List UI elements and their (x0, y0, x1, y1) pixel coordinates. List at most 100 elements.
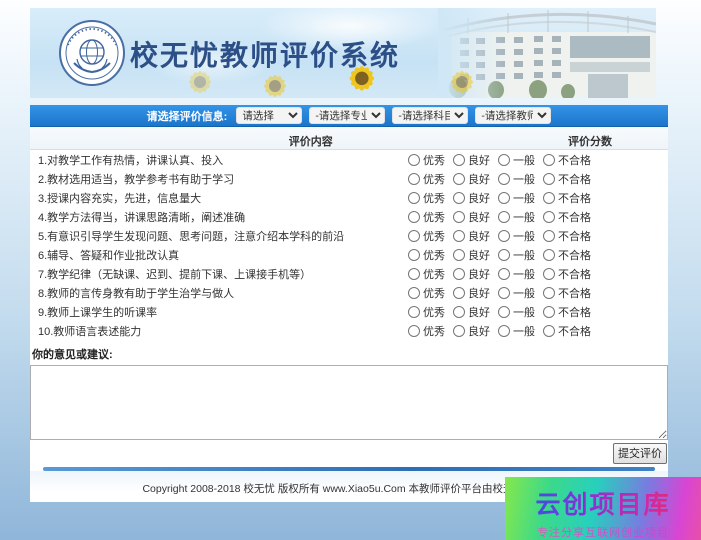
rating-radio[interactable] (408, 325, 420, 337)
rating-radio[interactable] (498, 211, 510, 223)
rating-option[interactable]: 一般 (498, 171, 535, 187)
rating-radio[interactable] (453, 192, 465, 204)
rating-radio[interactable] (453, 249, 465, 261)
rating-radio[interactable] (498, 154, 510, 166)
comments-textarea[interactable] (30, 365, 668, 440)
rating-radio[interactable] (498, 249, 510, 261)
rating-option[interactable]: 不合格 (543, 209, 591, 225)
rating-option[interactable]: 良好 (453, 171, 490, 187)
rating-option[interactable]: 优秀 (408, 171, 445, 187)
rating-radio[interactable] (453, 306, 465, 318)
rating-option[interactable]: 优秀 (408, 228, 445, 244)
rating-radio[interactable] (543, 249, 555, 261)
rating-option[interactable]: 优秀 (408, 190, 445, 206)
filter-label: 请选择评价信息: (147, 108, 228, 124)
rating-option[interactable]: 良好 (453, 247, 490, 263)
rating-option[interactable]: 优秀 (408, 285, 445, 301)
rating-option[interactable]: 优秀 (408, 304, 445, 320)
rating-option[interactable]: 一般 (498, 285, 535, 301)
rating-radio[interactable] (498, 287, 510, 299)
rating-radio[interactable] (453, 268, 465, 280)
rating-radio[interactable] (408, 268, 420, 280)
eval-row: 10.教师语言表述能力 优秀良好一般不合格 (30, 321, 668, 340)
rating-option[interactable]: 一般 (498, 304, 535, 320)
rating-radio[interactable] (408, 211, 420, 223)
school-emblem-logo (58, 19, 126, 87)
rating-radio[interactable] (543, 306, 555, 318)
select-major[interactable]: -请选择专业- (309, 107, 385, 124)
rating-radio[interactable] (543, 154, 555, 166)
rating-option[interactable]: 良好 (453, 152, 490, 168)
rating-option[interactable]: 不合格 (543, 304, 591, 320)
rating-option[interactable]: 不合格 (543, 171, 591, 187)
rating-option[interactable]: 优秀 (408, 247, 445, 263)
copyright-text: Copyright 2008-2018 校无忧 版权所有 www.Xiao5u.… (142, 483, 555, 495)
rating-radio[interactable] (543, 268, 555, 280)
rating-label: 不合格 (558, 285, 591, 301)
rating-option[interactable]: 不合格 (543, 190, 591, 206)
rating-option[interactable]: 优秀 (408, 152, 445, 168)
rating-option[interactable]: 优秀 (408, 323, 445, 339)
rating-radio[interactable] (453, 211, 465, 223)
rating-option[interactable]: 不合格 (543, 228, 591, 244)
rating-radio[interactable] (498, 192, 510, 204)
rating-radio[interactable] (498, 173, 510, 185)
rating-option[interactable]: 一般 (498, 266, 535, 282)
rating-radio[interactable] (408, 192, 420, 204)
rating-radio[interactable] (408, 249, 420, 261)
rating-radio[interactable] (453, 230, 465, 242)
rating-option[interactable]: 一般 (498, 152, 535, 168)
rating-radio[interactable] (498, 230, 510, 242)
rating-radio[interactable] (543, 192, 555, 204)
submit-button[interactable]: 提交评价 (613, 443, 667, 464)
rating-radio[interactable] (408, 287, 420, 299)
rating-radio[interactable] (543, 230, 555, 242)
page: 校无忧教师评价系统 (0, 0, 701, 540)
select-teacher[interactable]: -请选择教师- (475, 107, 551, 124)
rating-radio-group: 优秀良好一般 不合格 (408, 171, 599, 187)
rating-option[interactable]: 不合格 (543, 266, 591, 282)
rating-option[interactable]: 良好 (453, 266, 490, 282)
rating-radio-group: 优秀良好一般不合格 (408, 190, 599, 206)
rating-radio[interactable] (543, 211, 555, 223)
rating-radio[interactable] (543, 287, 555, 299)
rating-option[interactable]: 优秀 (408, 266, 445, 282)
column-header-score: 评价分数 (568, 133, 612, 149)
rating-option[interactable]: 一般 (498, 228, 535, 244)
rating-option[interactable]: 一般 (498, 323, 535, 339)
rating-radio[interactable] (453, 173, 465, 185)
rating-option[interactable]: 不合格 (543, 247, 591, 263)
rating-radio[interactable] (408, 306, 420, 318)
rating-radio[interactable] (498, 268, 510, 280)
rating-radio[interactable] (408, 230, 420, 242)
rating-option[interactable]: 一般 (498, 190, 535, 206)
rating-label: 不合格 (558, 171, 591, 187)
rating-option[interactable]: 良好 (453, 304, 490, 320)
rating-radio[interactable] (543, 173, 555, 185)
rating-option[interactable]: 良好 (453, 190, 490, 206)
select-subject[interactable]: -请选择科目- (392, 107, 468, 124)
rating-option[interactable]: 不合格 (543, 152, 591, 168)
rating-radio[interactable] (453, 154, 465, 166)
rating-option[interactable]: 一般 (498, 209, 535, 225)
rating-label: 不合格 (558, 228, 591, 244)
rating-radio[interactable] (408, 154, 420, 166)
eval-rows: 1.对教学工作有热情，讲课认真、投入 优秀良好一般不合格 2.教材选用适当，教学… (30, 150, 668, 340)
rating-option[interactable]: 不合格 (543, 323, 591, 339)
rating-radio[interactable] (453, 287, 465, 299)
rating-option[interactable]: 优秀 (408, 209, 445, 225)
rating-option[interactable]: 良好 (453, 285, 490, 301)
rating-option[interactable]: 良好 (453, 323, 490, 339)
watermark-subtitle: 专注分享互联网创业项目 (505, 524, 701, 540)
rating-option[interactable]: 良好 (453, 209, 490, 225)
rating-radio[interactable] (498, 325, 510, 337)
rating-radio[interactable] (543, 325, 555, 337)
rating-option[interactable]: 不合格 (543, 285, 591, 301)
rating-radio[interactable] (453, 325, 465, 337)
rating-option[interactable]: 一般 (498, 247, 535, 263)
select-eval-info[interactable]: 请选择 (236, 107, 302, 124)
rating-radio[interactable] (498, 306, 510, 318)
rating-label: 优秀 (423, 209, 445, 225)
rating-radio[interactable] (408, 173, 420, 185)
rating-option[interactable]: 良好 (453, 228, 490, 244)
